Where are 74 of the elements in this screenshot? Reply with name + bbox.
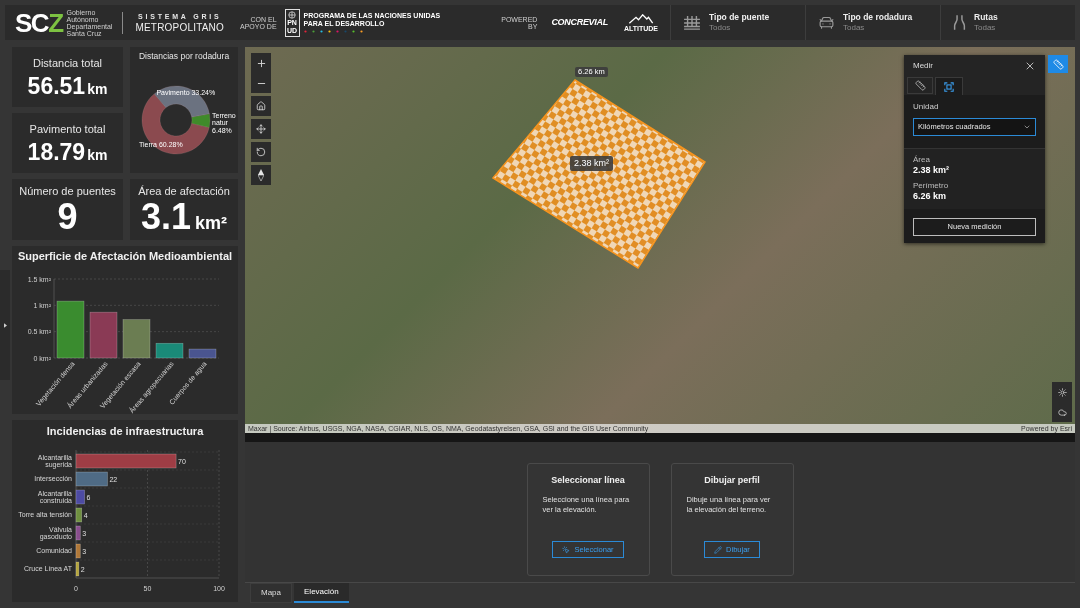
- chart-bar: [75, 561, 80, 577]
- daylight-button[interactable]: [1052, 382, 1072, 402]
- area-icon: [944, 81, 954, 92]
- result-label: Perímetro: [913, 182, 950, 190]
- card-title: Dibujar perfil: [704, 476, 760, 485]
- stat-unit: km: [87, 81, 108, 96]
- filter-button[interactable]: Rutas Todas: [940, 5, 1075, 40]
- side-panel-toggle[interactable]: [0, 270, 10, 380]
- stat-value: 56.51: [27, 74, 86, 97]
- stat-value: 9: [57, 201, 78, 233]
- stat-label: Distancia total: [32, 57, 103, 69]
- chart-title: Superficie de Afectación Medioambiental: [17, 251, 233, 262]
- globe-emblem-icon: [288, 10, 297, 19]
- measure-tab[interactable]: [935, 77, 963, 95]
- sun-icon: [1057, 387, 1067, 397]
- chart-bar: [155, 342, 184, 359]
- close-icon: [1024, 60, 1036, 72]
- pencil-icon: [714, 545, 723, 554]
- zoom-in-button[interactable]: [251, 53, 271, 73]
- stat-label: Área de afectación: [138, 186, 230, 197]
- chart-bar: [89, 311, 118, 359]
- caret-icon: [3, 322, 7, 328]
- ruler-icon: [1052, 58, 1064, 70]
- weather-button[interactable]: [1052, 402, 1072, 422]
- close-button[interactable]: [1024, 60, 1036, 72]
- car-icon: [818, 14, 835, 31]
- area-label: 2.38 km²: [570, 156, 613, 171]
- stat-unit: km: [87, 147, 108, 162]
- partner-logo-text: CONCREVIAL: [551, 18, 608, 27]
- mountain-icon: [627, 13, 654, 24]
- diverging-road-icon: [953, 14, 966, 31]
- pointer-icon: [562, 545, 571, 554]
- stat-value: 18.79: [27, 140, 86, 163]
- logo-text: SCZ: [15, 9, 63, 36]
- home-icon: [256, 101, 266, 111]
- rotate-button[interactable]: [251, 142, 271, 162]
- move-arrows-icon: [256, 124, 266, 134]
- chevron-down-icon: [1023, 123, 1031, 131]
- chart-bar: [56, 300, 85, 359]
- filter-button[interactable]: Tipo de rodadura Todas: [805, 5, 940, 40]
- filter-button[interactable]: Tipo de puente Todos: [670, 5, 805, 40]
- chart-bar: [75, 489, 85, 505]
- view-tab[interactable]: Elevación: [294, 583, 349, 603]
- home-button[interactable]: [251, 96, 271, 116]
- colored-dots-drawing: [303, 30, 366, 33]
- chart-bar: [75, 543, 81, 559]
- chart-bar: [188, 348, 217, 359]
- result-label: Área: [913, 156, 931, 164]
- stat-label: Número de puentes: [19, 186, 116, 197]
- ruler-icon: [914, 80, 926, 91]
- card-title: Seleccionar línea: [551, 476, 625, 485]
- chart-bar: [122, 319, 151, 359]
- stat-unit: km²: [195, 214, 228, 232]
- result-value: 6.26 km: [913, 192, 948, 201]
- app-title: METROPOLITANO: [135, 22, 224, 33]
- compass-button[interactable]: [251, 165, 271, 185]
- field-label: Unidad: [913, 103, 940, 111]
- chart-bar: [75, 471, 108, 487]
- stat-label: Pavimento total: [29, 123, 106, 135]
- chart-bar: [75, 525, 81, 541]
- rotate-icon: [256, 147, 266, 157]
- stat-value: 3.1: [140, 201, 191, 233]
- cloud-icon: [1057, 407, 1067, 417]
- pan-button[interactable]: [251, 119, 271, 139]
- measure-tab[interactable]: [907, 77, 933, 94]
- panel-title: Medir: [913, 60, 933, 72]
- result-value: 2.38 km²: [913, 166, 951, 175]
- bridge-icon: [683, 15, 701, 30]
- plus-icon: [255, 57, 267, 69]
- compass-needle-icon: [258, 169, 264, 181]
- chart-bar: [75, 507, 82, 523]
- view-tab[interactable]: Mapa: [250, 583, 292, 603]
- chart-title: Distancias por rodadura: [138, 52, 230, 61]
- chart-title: Incidencias de infraestructura: [46, 426, 204, 437]
